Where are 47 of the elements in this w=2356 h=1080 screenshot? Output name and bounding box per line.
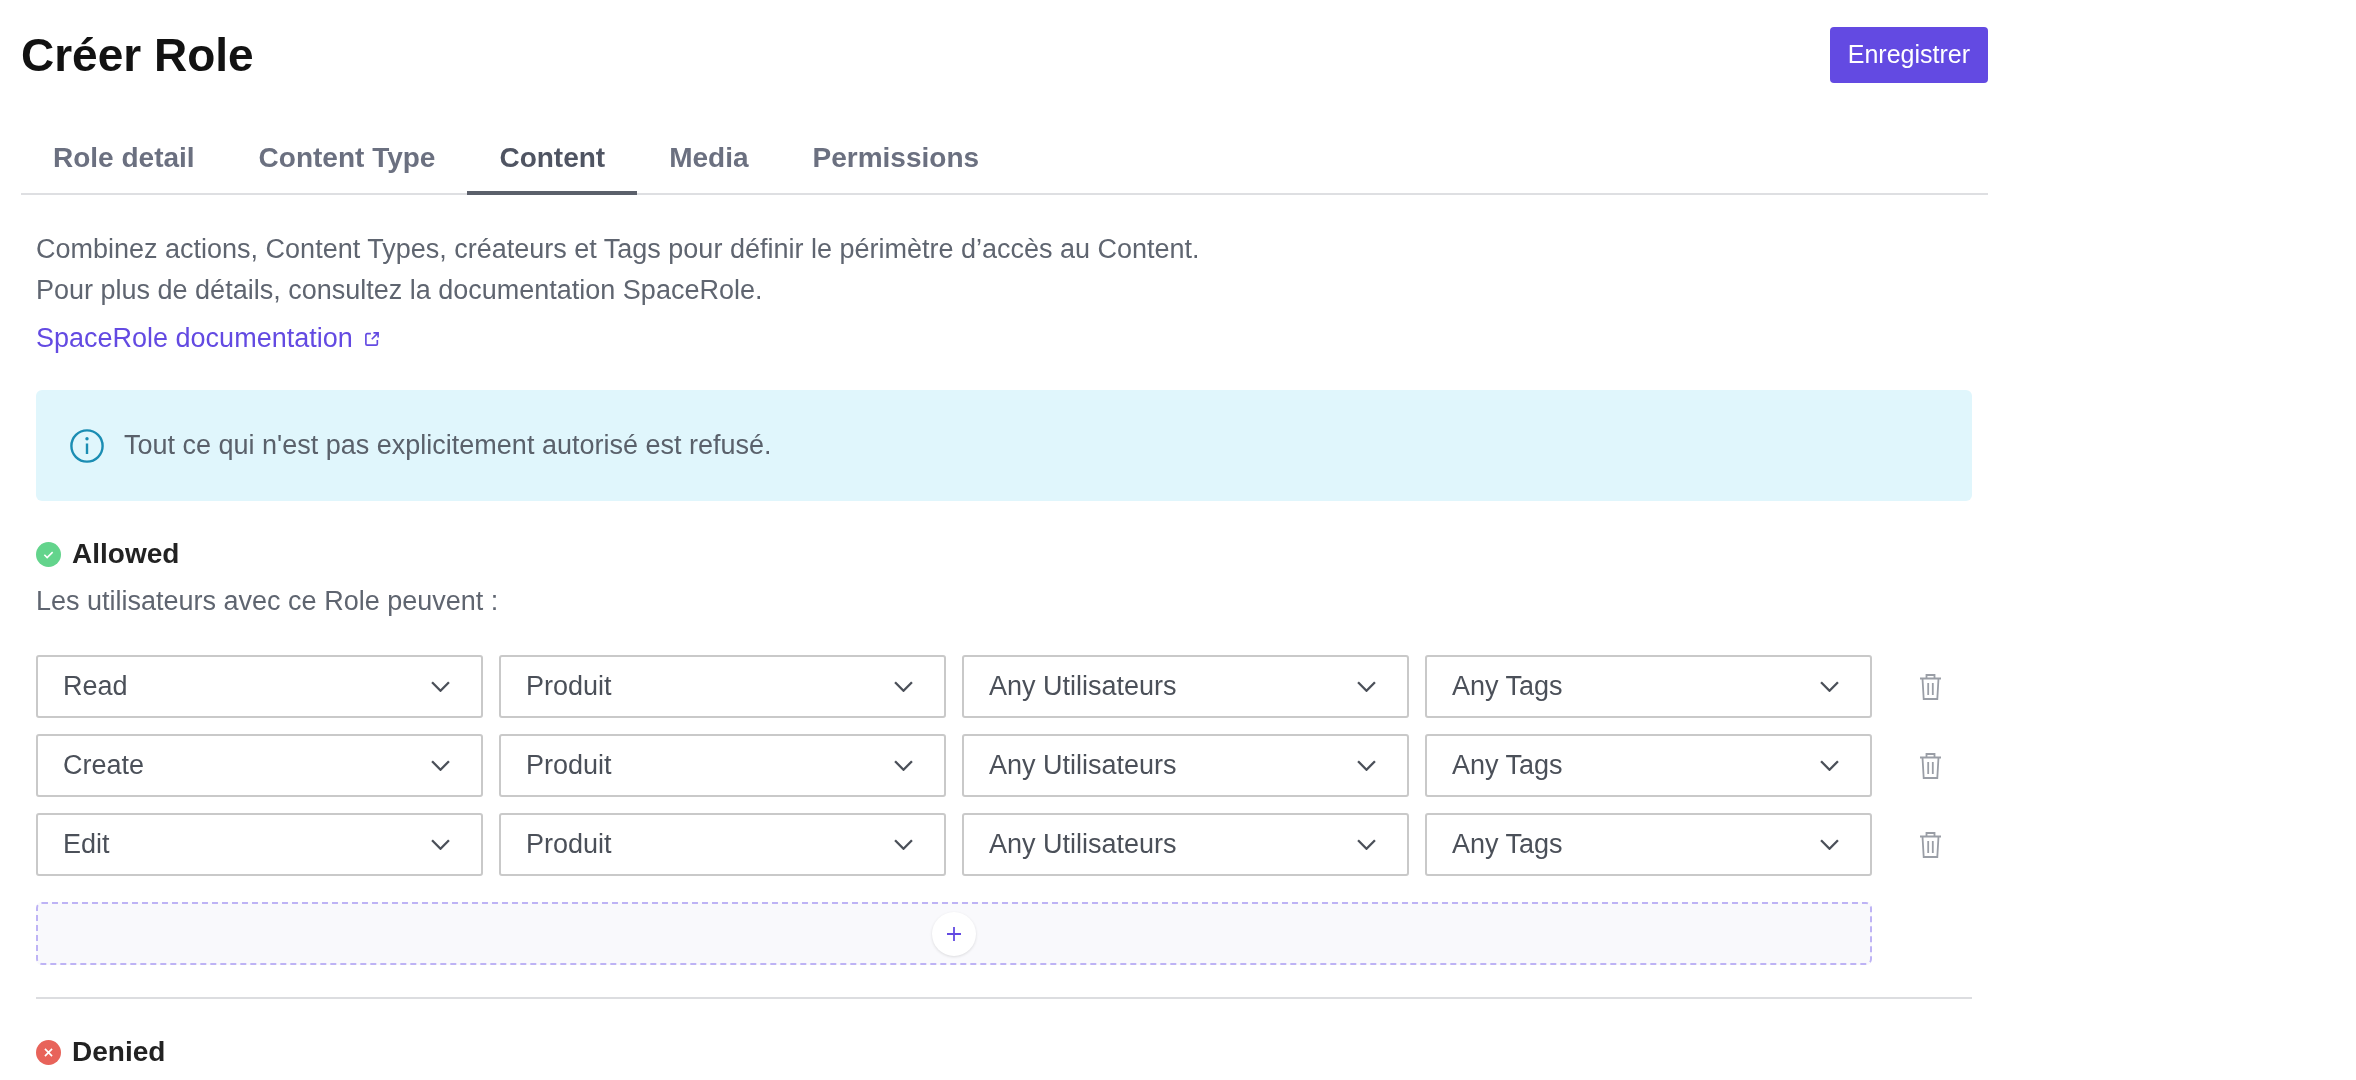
- chevron-down-icon: [1357, 839, 1376, 850]
- chevron-down-icon: [894, 760, 913, 771]
- tags-dropdown[interactable]: Any Tags: [1425, 813, 1872, 876]
- tab[interactable]: Media: [637, 125, 781, 195]
- page-title: Créer Role: [21, 28, 254, 82]
- content-type-dropdown[interactable]: Produit: [499, 734, 946, 797]
- tab[interactable]: Permissions: [780, 125, 1012, 195]
- action-dropdown[interactable]: Read: [36, 655, 483, 718]
- chevron-down-icon: [431, 681, 450, 692]
- alert-text: Tout ce qui n'est pas explicitement autorisé est refusé.: [124, 429, 772, 463]
- chevron-down-icon: [431, 760, 450, 771]
- chevron-down-icon: [431, 839, 450, 850]
- trash-icon[interactable]: [1918, 751, 1942, 780]
- check-circle-icon: [36, 541, 61, 567]
- documentation-link[interactable]: SpaceRole documentation: [36, 318, 379, 359]
- info-icon: [70, 428, 104, 463]
- tab[interactable]: Role detail: [21, 125, 227, 195]
- add-rule-button[interactable]: [36, 902, 1872, 965]
- trash-icon[interactable]: [1918, 830, 1942, 859]
- tab[interactable]: Content: [467, 125, 638, 195]
- chevron-down-icon: [1820, 681, 1839, 692]
- chevron-down-icon: [1820, 839, 1839, 850]
- users-dropdown[interactable]: Any Utilisateurs: [962, 813, 1409, 876]
- chevron-down-icon: [1357, 760, 1376, 771]
- tags-dropdown[interactable]: Any Tags: [1425, 734, 1872, 797]
- plus-icon: [932, 911, 976, 956]
- users-dropdown[interactable]: Any Utilisateurs: [962, 734, 1409, 797]
- description-text: Pour plus de détails, consultez la documentation SpaceRole.: [36, 274, 764, 307]
- section-title: Denied: [72, 1035, 166, 1069]
- users-dropdown[interactable]: Any Utilisateurs: [962, 655, 1409, 718]
- external-link-icon: [364, 331, 379, 346]
- content-type-dropdown[interactable]: Produit: [499, 813, 946, 876]
- save-button[interactable]: Enregistrer: [1829, 27, 1988, 83]
- trash-icon[interactable]: [1918, 672, 1942, 701]
- tags-dropdown[interactable]: Any Tags: [1425, 655, 1872, 718]
- section-subtitle: Les utilisateurs avec ce Role peuvent :: [36, 585, 500, 618]
- chevron-down-icon: [894, 681, 913, 692]
- action-dropdown[interactable]: Create: [36, 734, 483, 797]
- x-circle-icon: [36, 1039, 61, 1065]
- action-dropdown[interactable]: Edit: [36, 813, 483, 876]
- tab[interactable]: Content Type: [226, 125, 468, 195]
- chevron-down-icon: [1820, 760, 1839, 771]
- chevron-down-icon: [1357, 681, 1376, 692]
- description-text: Combinez actions, Content Types, créateurs et Tags pour définir le périmètre d’accès au Content.: [36, 233, 1201, 266]
- content-type-dropdown[interactable]: Produit: [499, 655, 946, 718]
- chevron-down-icon: [894, 839, 913, 850]
- section-title: Allowed: [72, 537, 180, 571]
